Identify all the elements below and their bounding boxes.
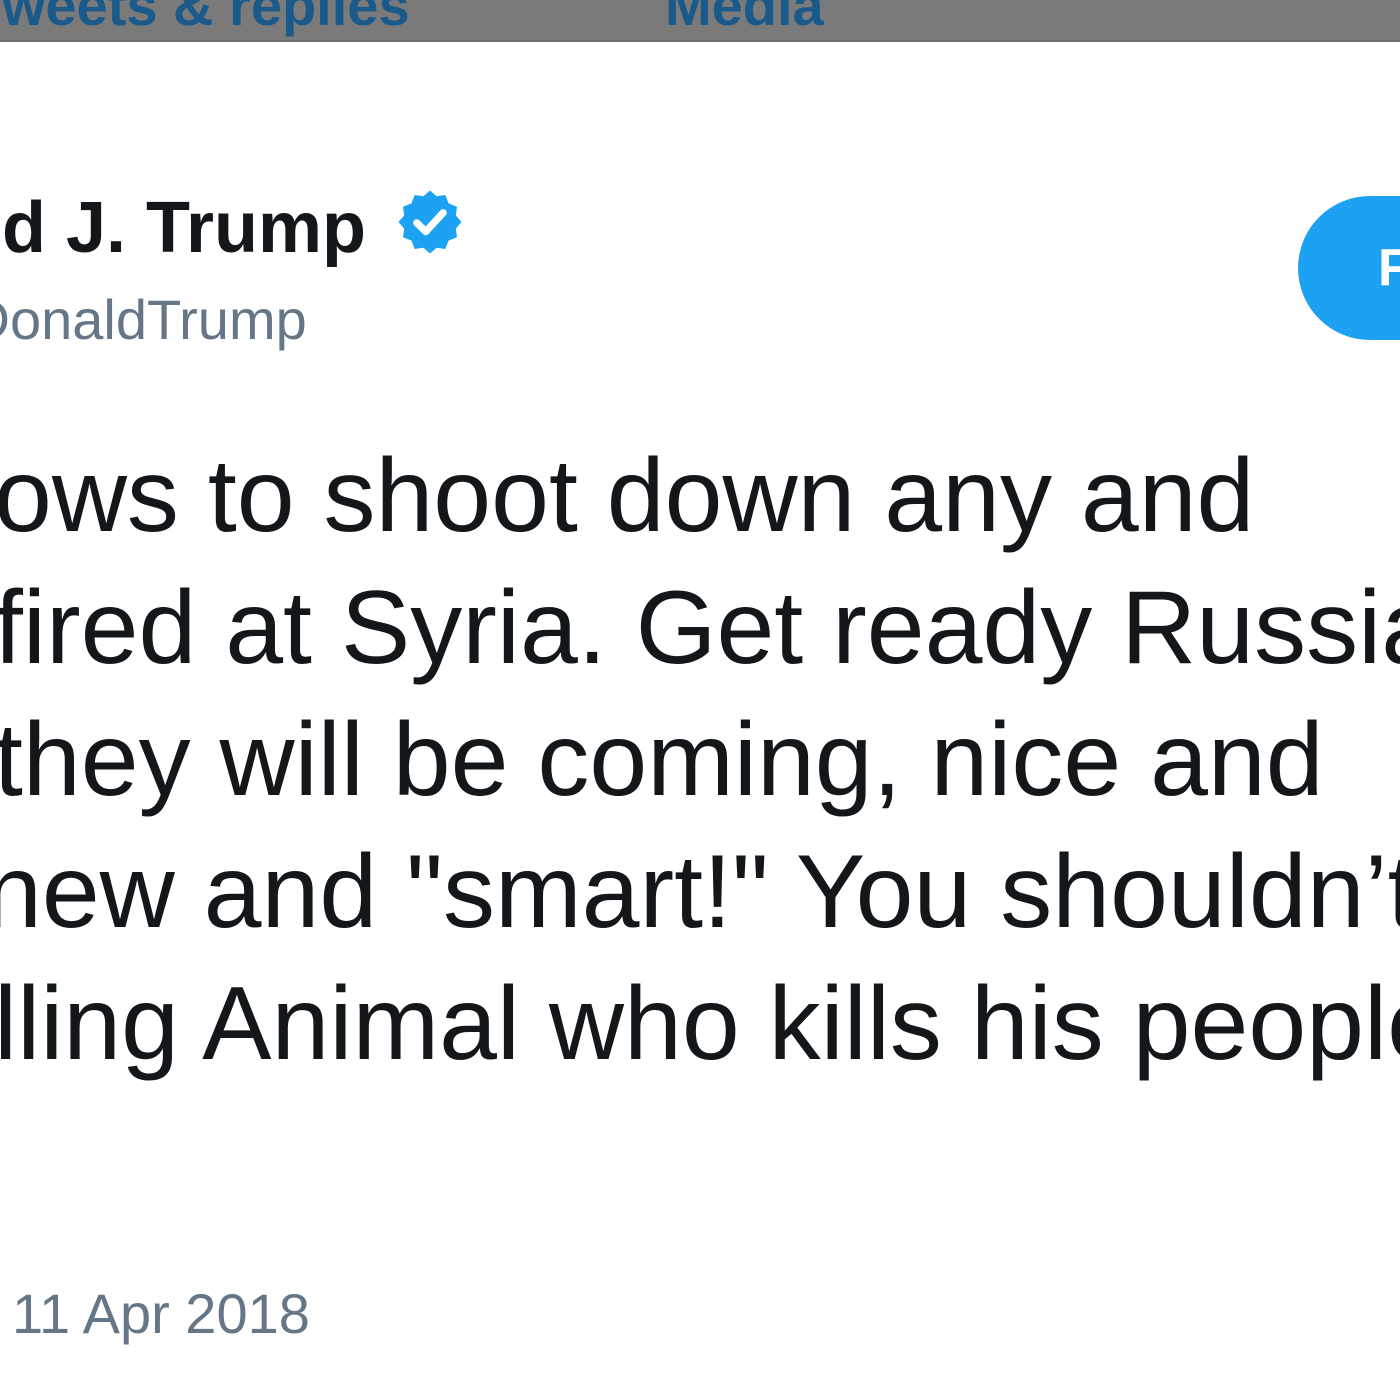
author-name-text: Donald J. Trump bbox=[0, 188, 367, 268]
tweet-text-line: new and "smart!" You shouldn’t be partne… bbox=[0, 834, 1400, 950]
profile-tab-bar: Tweets & replies Media bbox=[0, 0, 1400, 42]
tab-tweets-and-replies[interactable]: Tweets & replies bbox=[0, 0, 410, 36]
tweet-text-line: because they will be coming, nice and bbox=[0, 702, 1324, 818]
tweet-page: Tweets & replies Media Donald J. Trump @… bbox=[0, 0, 1400, 1400]
author-display-name[interactable]: Donald J. Trump bbox=[0, 188, 366, 268]
tweet-text-line: missiles fired at Syria. Get ready Russi… bbox=[0, 570, 1400, 686]
author-handle-text: @realDonaldTrump bbox=[0, 288, 307, 351]
tweet-text: Russia vows to shoot down any and missil… bbox=[0, 430, 1400, 1090]
tweet-text-line: Russia vows to shoot down any and bbox=[0, 438, 1255, 554]
follow-button[interactable]: Follow bbox=[1298, 196, 1400, 340]
verified-badge-icon bbox=[398, 190, 462, 254]
author-handle[interactable]: @realDonaldTrump bbox=[0, 288, 307, 352]
tweet-timestamp[interactable]: 11 Apr 2018 bbox=[12, 1282, 310, 1346]
tweet-text-line: with a Gas Killing Animal who kills his … bbox=[0, 966, 1400, 1082]
tab-media[interactable]: Media bbox=[665, 0, 824, 36]
